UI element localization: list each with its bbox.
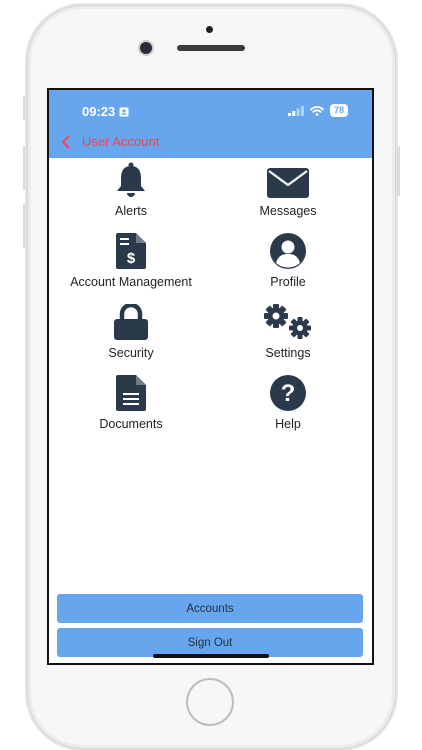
- svg-text:?: ?: [281, 380, 296, 407]
- status-time: 09:23: [82, 104, 129, 119]
- power-button: [397, 146, 400, 196]
- home-indicator: [153, 654, 269, 658]
- volume-down-button: [23, 204, 26, 248]
- page-title: User Account: [82, 134, 160, 149]
- home-button[interactable]: [186, 678, 234, 726]
- document-icon: [116, 375, 146, 411]
- back-chevron-icon[interactable]: [61, 135, 70, 149]
- invoice-dollar-icon: $: [116, 233, 146, 269]
- lock-icon: [114, 304, 148, 340]
- tile-documents[interactable]: Documents: [51, 375, 211, 431]
- tile-label: Security: [108, 346, 154, 360]
- tile-security[interactable]: Security: [51, 304, 211, 360]
- accounts-button[interactable]: Accounts: [57, 594, 363, 623]
- proximity-sensor: [206, 26, 213, 33]
- status-time-text: 09:23: [82, 104, 116, 119]
- tile-settings[interactable]: Settings: [208, 304, 368, 360]
- tile-label: Messages: [259, 204, 317, 218]
- tile-label: Profile: [270, 275, 306, 289]
- svg-text:$: $: [127, 250, 136, 267]
- tile-account-management[interactable]: $ Account Management: [51, 233, 211, 289]
- nav-bar: User Account: [61, 134, 159, 149]
- signal-icon: [287, 105, 304, 116]
- user-circle-icon: [270, 233, 306, 269]
- header-bar: 09:23 78 User Account: [49, 90, 372, 158]
- app-screen: 09:23 78 User Account Alerts Messages $ …: [47, 88, 374, 665]
- tile-label: Help: [275, 417, 301, 431]
- tile-help[interactable]: ? Help: [208, 375, 368, 431]
- tile-label: Alerts: [115, 204, 147, 218]
- envelope-icon: [267, 168, 309, 198]
- tile-label: Account Management: [70, 275, 192, 289]
- wifi-icon: [310, 105, 324, 116]
- id-card-icon: [119, 107, 129, 116]
- mute-switch: [23, 96, 26, 120]
- battery-indicator: 78: [329, 104, 348, 117]
- gears-icon: [264, 304, 311, 339]
- status-indicators: 78: [287, 104, 348, 117]
- tile-label: Settings: [265, 346, 311, 360]
- sign-out-button[interactable]: Sign Out: [57, 628, 363, 657]
- tile-label: Documents: [99, 417, 163, 431]
- volume-up-button: [23, 146, 26, 190]
- tile-alerts[interactable]: Alerts: [51, 162, 211, 218]
- tile-messages[interactable]: Messages: [208, 162, 368, 218]
- question-circle-icon: ?: [270, 375, 306, 411]
- front-camera: [140, 42, 152, 54]
- tile-profile[interactable]: Profile: [208, 233, 368, 289]
- earpiece-speaker: [177, 45, 245, 51]
- bell-icon: [117, 162, 145, 197]
